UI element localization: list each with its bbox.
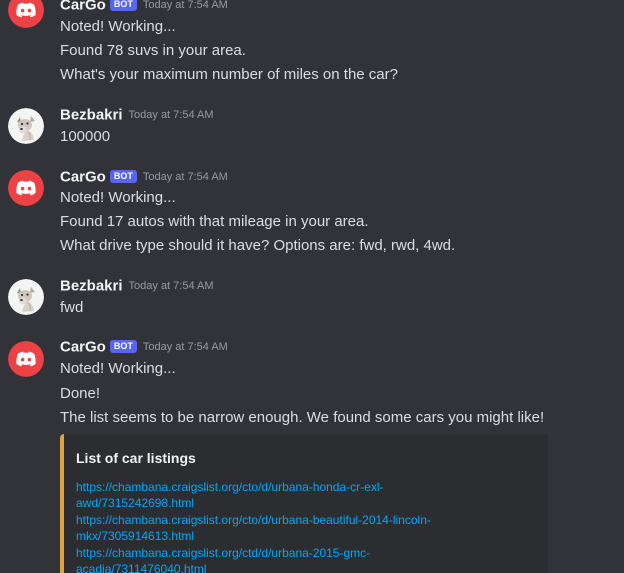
discord-logo-icon bbox=[8, 341, 44, 377]
message-text: Noted! Working... bbox=[60, 189, 176, 206]
message-timestamp: Today at 7:54 AM bbox=[142, 0, 228, 11]
bot-avatar[interactable] bbox=[8, 0, 44, 28]
author-name[interactable]: Bezbakri bbox=[60, 106, 123, 123]
message-header: CarGo BOT Today at 7:54 AM bbox=[60, 338, 228, 358]
message-timestamp: Today at 7:54 AM bbox=[142, 340, 228, 353]
bot-badge: BOT bbox=[109, 0, 137, 12]
discord-logo-icon bbox=[8, 170, 44, 206]
user-avatar[interactable] bbox=[8, 108, 44, 144]
listing-link[interactable]: https://chambana.craigslist.org/ctd/d/ur… bbox=[76, 545, 370, 561]
listing-link[interactable]: acadia/7311476040.html bbox=[76, 561, 207, 573]
author-name[interactable]: Bezbakri bbox=[60, 277, 123, 294]
message-header: CarGo BOT Today at 7:54 AM bbox=[60, 168, 228, 188]
author-name[interactable]: CarGo bbox=[60, 168, 106, 185]
embed-title: List of car listings bbox=[76, 450, 196, 466]
author-name[interactable]: CarGo bbox=[60, 338, 106, 355]
discord-logo-icon bbox=[8, 0, 44, 28]
message-timestamp: Today at 7:54 AM bbox=[142, 170, 228, 183]
message-header: Bezbakri Today at 7:54 AM bbox=[60, 106, 214, 126]
message-timestamp: Today at 7:54 AM bbox=[128, 279, 214, 292]
bot-badge: BOT bbox=[109, 170, 137, 184]
bot-avatar[interactable] bbox=[8, 170, 44, 206]
message-header: CarGo BOT Today at 7:54 AM bbox=[60, 0, 228, 16]
listing-link[interactable]: https://chambana.craigslist.org/cto/d/ur… bbox=[76, 479, 383, 495]
bot-badge: BOT bbox=[109, 340, 137, 354]
message-text: What's your maximum number of miles on t… bbox=[60, 66, 398, 83]
listing-link[interactable]: awd/7315242698.html bbox=[76, 495, 194, 511]
message-header: Bezbakri Today at 7:54 AM bbox=[60, 277, 214, 297]
dog-avatar-icon bbox=[8, 108, 44, 144]
message-text: Done! bbox=[60, 385, 101, 402]
link-embed: List of car listings https://chambana.cr… bbox=[60, 434, 548, 573]
message-text: 100000 bbox=[60, 128, 111, 145]
author-name[interactable]: CarGo bbox=[60, 0, 106, 13]
listing-link[interactable]: mkx/7305914613.html bbox=[76, 528, 194, 544]
listing-link[interactable]: https://chambana.craigslist.org/cto/d/ur… bbox=[76, 512, 431, 528]
message-text: Noted! Working... bbox=[60, 360, 176, 377]
user-avatar[interactable] bbox=[8, 279, 44, 315]
message-text: What drive type should it have? Options … bbox=[60, 237, 456, 254]
chat-message-list[interactable]: CarGo BOT Today at 7:54 AM Noted! Working.… bbox=[0, 0, 624, 573]
message-text: fwd bbox=[60, 299, 84, 316]
message-text: Found 78 suvs in your area. bbox=[60, 42, 246, 59]
message-text: Found 17 autos with that mileage in your… bbox=[60, 213, 369, 230]
message-timestamp: Today at 7:54 AM bbox=[128, 108, 214, 121]
bot-avatar[interactable] bbox=[8, 341, 44, 377]
message-text: Noted! Working... bbox=[60, 18, 176, 35]
message-text: The list seems to be narrow enough. We f… bbox=[60, 409, 545, 426]
dog-avatar-icon bbox=[8, 279, 44, 315]
